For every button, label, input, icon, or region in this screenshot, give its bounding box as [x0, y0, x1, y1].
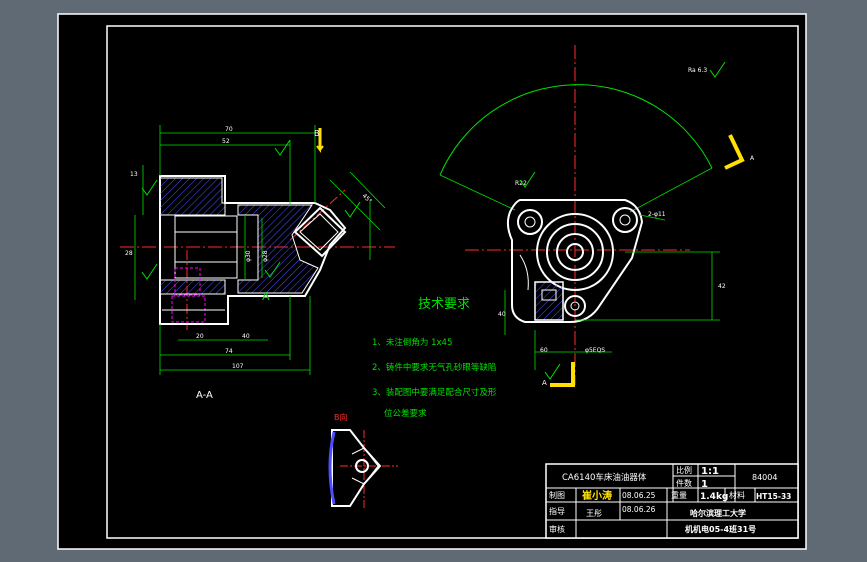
tech-item-1: 1、未注倒角为 1x45: [372, 337, 452, 348]
guide-date: 08.06.26: [622, 505, 656, 514]
dim-note: φ5EQS: [585, 347, 605, 354]
section-label: A-A: [196, 390, 213, 401]
guide-label: 指导: [549, 506, 565, 516]
dim-28: 28: [125, 250, 133, 257]
tech-item-2: 2、铸件中要求无气孔砂眼等缺陷: [372, 362, 496, 373]
section-marker-a2: A: [542, 379, 547, 387]
dim-74: 74: [225, 348, 233, 355]
dim-70: 70: [225, 126, 233, 133]
drawing-canvas[interactable]: 70 52 20 40 74 107 13 28 φ30 φ28 45° A A…: [0, 0, 867, 562]
dim-13: 13: [130, 171, 138, 178]
drawn-label: 制图: [549, 490, 565, 500]
view-b-label: B向: [334, 412, 348, 422]
school-name: 哈尔滨理工大学: [690, 508, 746, 518]
material-value: HT15-33: [756, 492, 791, 501]
dim-dia30: φ30: [245, 250, 252, 262]
dim-dia28: φ28: [262, 250, 269, 262]
dim-60: 60: [540, 347, 548, 354]
dim-40r: 40: [498, 311, 506, 318]
tech-title: 技术要求: [418, 297, 470, 312]
cad-viewport[interactable]: 70 52 20 40 74 107 13 28 φ30 φ28 45° A A…: [0, 0, 867, 562]
section-marker-a: A: [262, 290, 270, 303]
weight-value: 1.4kg: [700, 492, 728, 502]
dim-52: 52: [222, 138, 230, 145]
arrow-b-label: B: [314, 129, 320, 138]
drawn-name: 崔小涛: [581, 489, 612, 502]
part-name: CA6140车床油油器体: [562, 472, 647, 483]
tech-item-4: 位公差要求: [384, 408, 427, 419]
dim-107: 107: [232, 363, 244, 370]
qty-label: 件数: [676, 478, 692, 488]
drawn-date: 08.06.25: [622, 491, 656, 500]
class-info: 机机电05-4班31号: [685, 524, 756, 534]
material-label: 材料: [729, 490, 745, 500]
dim-42: 42: [718, 283, 726, 290]
scale-label: 比例: [676, 465, 692, 475]
drawing-no: 84004: [752, 473, 777, 482]
title-block: CA6140车床油油器体 比例 1:1 84004 件数 1 制图 崔小涛 08…: [545, 463, 799, 539]
dim-20: 20: [196, 333, 204, 340]
weight-label: 重量: [671, 490, 687, 500]
qty-value: 1: [701, 479, 708, 490]
review-label: 审核: [549, 524, 565, 534]
dim-holes: 2-φ11: [648, 211, 666, 218]
surface-symbol: Ra 6.3: [688, 67, 707, 74]
tech-item-3: 3、装配图中要满足配合尺寸及形: [372, 387, 497, 398]
dim-40: 40: [242, 333, 250, 340]
scale-value: 1:1: [701, 466, 719, 477]
guide-name: 王彤: [586, 509, 602, 518]
